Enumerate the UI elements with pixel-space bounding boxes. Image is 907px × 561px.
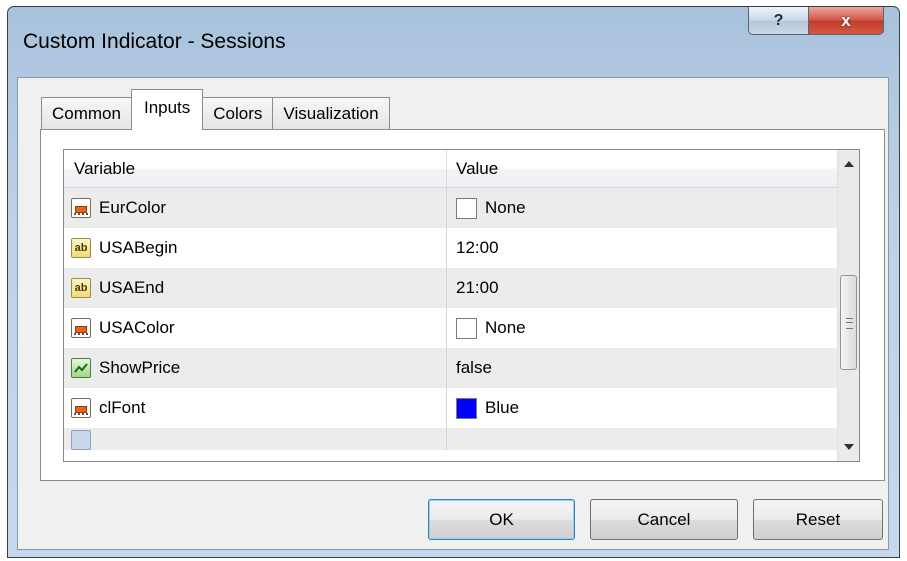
bool-param-icon xyxy=(71,358,91,378)
table-row[interactable]: ShowPrice false xyxy=(64,348,838,388)
cancel-button[interactable]: Cancel xyxy=(590,499,738,540)
param-icon xyxy=(71,430,91,450)
tab-common[interactable]: Common xyxy=(41,97,132,130)
grid-content: Variable Value EurColor None ab USABegin… xyxy=(64,150,838,461)
value-cell[interactable]: false xyxy=(447,348,838,388)
string-param-icon: ab xyxy=(71,238,91,258)
variable-name: USABegin xyxy=(99,238,178,257)
value-text: None xyxy=(485,318,526,337)
value-text: None xyxy=(485,198,526,217)
close-icon: x xyxy=(841,10,851,30)
variable-name: EurColor xyxy=(99,198,167,217)
variable-cell: ab USABegin xyxy=(64,228,447,268)
variable-name: clFont xyxy=(99,398,146,417)
window-title: Custom Indicator - Sessions xyxy=(23,30,286,53)
value-cell[interactable]: Blue xyxy=(447,388,838,428)
table-row[interactable]: EurColor None xyxy=(64,188,838,228)
dialog-window: Custom Indicator - Sessions ? x Common I… xyxy=(7,6,900,558)
table-row[interactable]: ab USABegin 12:00 xyxy=(64,228,838,268)
help-icon: ? xyxy=(773,11,784,29)
variable-cell: ShowPrice xyxy=(64,348,447,388)
scroll-down-button[interactable] xyxy=(838,437,859,457)
variable-cell: EurColor xyxy=(64,188,447,228)
variable-name: USAEnd xyxy=(99,278,165,297)
variable-cell xyxy=(64,428,447,450)
column-header-value[interactable]: Value xyxy=(447,150,838,187)
table-row-partial[interactable] xyxy=(64,428,838,450)
scroll-thumb[interactable] xyxy=(840,275,857,370)
close-button[interactable]: x xyxy=(808,7,884,35)
inputs-grid: Variable Value EurColor None ab USABegin… xyxy=(63,149,860,462)
color-param-icon xyxy=(71,398,91,418)
value-cell[interactable]: None xyxy=(447,188,838,228)
tab-inputs[interactable]: Inputs xyxy=(130,89,204,130)
arrow-down-icon xyxy=(843,444,854,450)
value-text: false xyxy=(456,358,492,377)
tab-strip: Common Inputs Colors Visualization xyxy=(41,89,390,130)
variable-cell: ab USAEnd xyxy=(64,268,447,308)
value-cell[interactable] xyxy=(447,428,838,450)
table-row[interactable]: ab USAEnd 21:00 xyxy=(64,268,838,308)
help-button[interactable]: ? xyxy=(748,7,809,35)
vertical-scrollbar[interactable] xyxy=(837,150,859,461)
title-bar[interactable]: Custom Indicator - Sessions ? x xyxy=(8,7,899,73)
value-cell[interactable]: 21:00 xyxy=(447,268,838,308)
table-row[interactable]: USAColor None xyxy=(64,308,838,348)
variable-cell: USAColor xyxy=(64,308,447,348)
color-param-icon xyxy=(71,198,91,218)
grid-header: Variable Value xyxy=(64,150,838,188)
variable-cell: clFont xyxy=(64,388,447,428)
value-text: 21:00 xyxy=(456,278,499,297)
value-cell[interactable]: 12:00 xyxy=(447,228,838,268)
value-cell[interactable]: None xyxy=(447,308,838,348)
color-swatch xyxy=(456,317,477,339)
reset-button[interactable]: Reset xyxy=(753,499,883,540)
tab-colors[interactable]: Colors xyxy=(202,97,274,130)
value-text: 12:00 xyxy=(456,238,499,257)
arrow-up-icon xyxy=(843,161,854,167)
column-header-variable[interactable]: Variable xyxy=(64,150,447,187)
tab-visualization[interactable]: Visualization xyxy=(272,97,390,130)
dialog-client-area: Common Inputs Colors Visualization Varia… xyxy=(17,77,889,550)
variable-name: ShowPrice xyxy=(99,358,181,377)
value-text: Blue xyxy=(485,398,520,417)
color-swatch xyxy=(456,197,477,219)
color-swatch xyxy=(456,397,477,419)
color-param-icon xyxy=(71,318,91,338)
variable-name: USAColor xyxy=(99,318,175,337)
string-param-icon: ab xyxy=(71,278,91,298)
inputs-tab-panel: Variable Value EurColor None ab USABegin… xyxy=(40,129,885,481)
table-row[interactable]: clFont Blue xyxy=(64,388,838,428)
grip-icon xyxy=(846,318,853,329)
ok-button[interactable]: OK xyxy=(428,499,575,540)
scroll-up-button[interactable] xyxy=(838,154,859,174)
